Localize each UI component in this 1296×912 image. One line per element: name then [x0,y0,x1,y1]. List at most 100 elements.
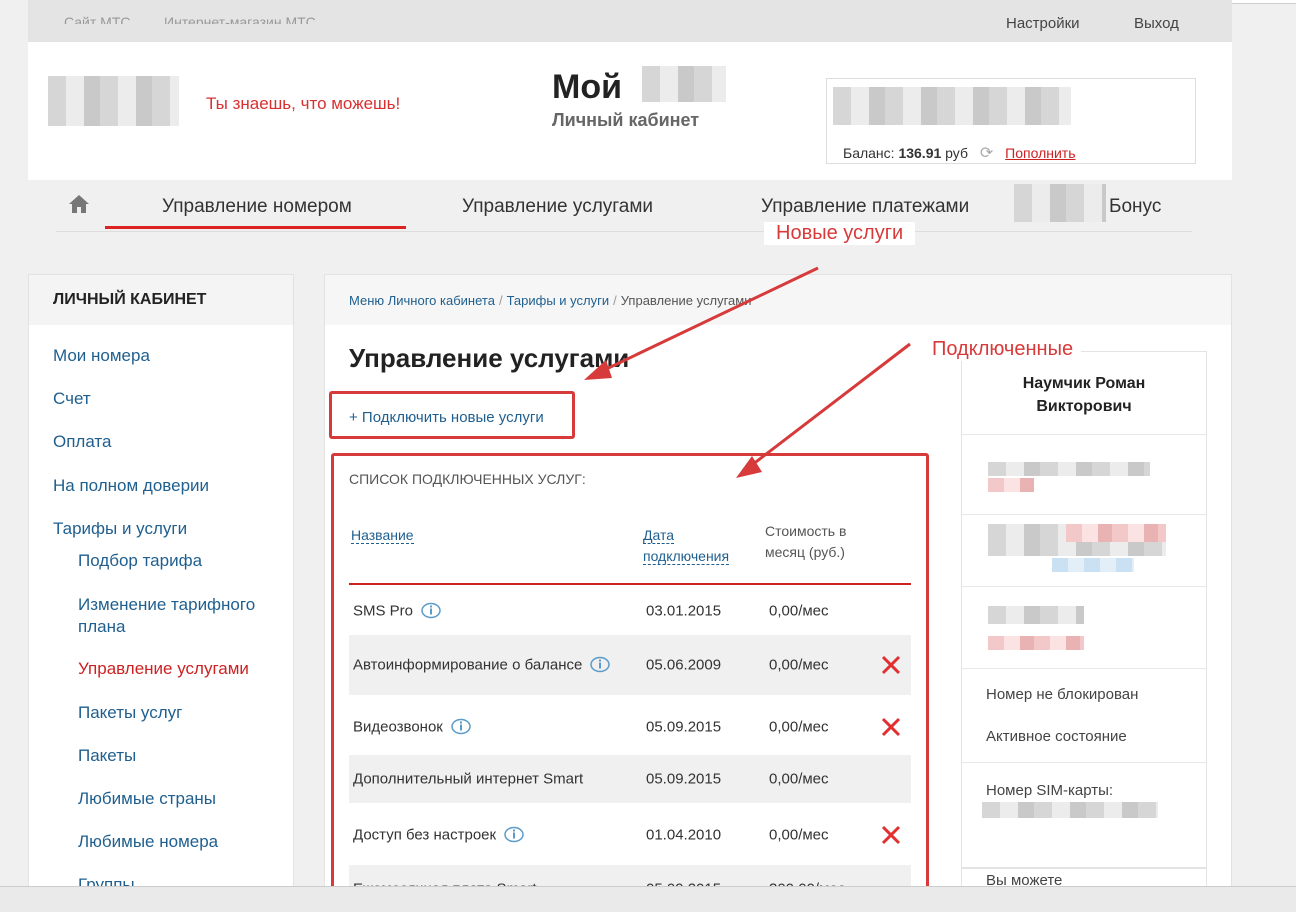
balance-value: 136.91 [898,145,942,161]
add-services-link[interactable]: + Подключить новые услуги [349,409,544,426]
sim-blurred [982,802,1158,818]
nav-blurred [1014,184,1106,222]
table-row: Доступ без настроек 01.04.2010 0,00/мес [349,805,911,865]
blurred-info [988,478,1034,492]
annotation-new-services: Новые услуги [764,222,916,245]
sidebar-item-service-management[interactable]: Управление услугами [78,659,249,679]
row-name: Дополнительный интернет Smart [353,770,584,788]
row-date: 01.04.2010 [646,826,722,844]
balance-currency: руб [945,145,968,161]
sim-label: Номер SIM-карты: [986,782,1114,799]
row-cost: 0,00/мес [769,656,829,674]
column-cost-header: Стоимость в месяц (руб.) [765,523,847,560]
column-name-header[interactable]: Название [351,525,414,546]
info-icon[interactable] [504,826,524,843]
info-icon[interactable] [421,602,441,619]
info-icon[interactable] [590,656,611,673]
sidebar-item-fav-numbers[interactable]: Любимые номера [78,832,218,852]
column-date-header[interactable]: Дата подключения [643,525,730,567]
delete-icon[interactable] [879,653,903,677]
breadcrumb-menu[interactable]: Меню Личного кабинета [349,293,495,308]
divider [962,668,1206,669]
table-row: SMS Pro 03.01.2015 0,00/мес [349,581,911,641]
breadcrumb-tariffs[interactable]: Тарифы и услуги [507,293,610,308]
row-name: SMS Pro [353,603,441,620]
row-name: Видеозвонок [353,719,471,736]
header: Ты знаешь, что можешь! Мой Личный кабине… [28,42,1232,180]
blurred-info [988,606,1084,624]
site-link[interactable]: Сайт МТС [64,14,131,24]
breadcrumb: Меню Личного кабинета / Тарифы и услуги / Уп… [325,275,1231,325]
delete-icon[interactable] [879,823,903,847]
phone-blurred [833,87,1071,125]
settings-link[interactable]: Настройки [1006,15,1080,32]
balance-label: Баланс: [843,145,895,161]
brand-title: Мой [552,68,622,106]
sidebar-item-account[interactable]: Счет [53,389,91,409]
sidebar-item-fav-countries[interactable]: Любимые страны [78,789,216,809]
topup-link[interactable]: Пополнить [1005,145,1075,161]
balance-box: Баланс: 136.91 руб ⟳ Пополнить [826,78,1196,164]
sidebar-item-tariff-change[interactable]: Изменение тарифного плана [78,594,278,638]
slogan: Ты знаешь, что можешь! [206,94,401,113]
row-cost: 0,00/мес [769,826,829,844]
row-cost: 0,00/мес [769,770,829,788]
nav-number[interactable]: Управление номером [162,196,352,218]
row-date: 05.09.2015 [646,718,722,736]
shop-link[interactable]: Интернет-магазин МТС [164,14,316,24]
page-title: Управление услугами [349,343,630,373]
blurred-info [1052,558,1134,572]
row-name: Автоинформирование о балансе [353,656,611,674]
bottom-bar [0,886,1296,912]
sidebar-item-tariff-select[interactable]: Подбор тарифа [78,551,202,571]
sidebar-item-trust[interactable]: На полном доверии [53,476,209,496]
nav-services[interactable]: Управление услугами [462,196,653,218]
logo-blurred[interactable] [48,76,179,126]
sidebar-item-my-numbers[interactable]: Мои номера [53,346,150,366]
home-icon[interactable] [68,194,90,214]
row-cost: 0,00/мес [769,718,829,736]
list-title: СПИСОК ПОДКЛЮЧЕННЫХ УСЛУГ: [349,471,586,487]
sidebar-title: ЛИЧНЫЙ КАБИНЕТ [29,275,293,325]
logout-link[interactable]: Выход [1134,15,1179,32]
nav-payments[interactable]: Управление платежами [761,196,969,218]
main-content: Меню Личного кабинета / Тарифы и услуги / Уп… [324,274,1232,912]
sidebar-item-service-packs[interactable]: Пакеты услуг [78,703,182,723]
brand-blurred [642,66,726,102]
row-date: 05.09.2015 [646,770,722,788]
table-row: Автоинформирование о балансе 05.06.2009 … [349,635,911,695]
refresh-icon[interactable]: ⟳ [980,143,993,163]
nav-active-indicator [105,226,406,229]
row-date: 05.06.2009 [646,656,722,674]
blurred-info [1066,524,1166,542]
nav-bonus[interactable]: Бонус [1109,196,1161,218]
blurred-info [988,462,1150,476]
sidebar: ЛИЧНЫЙ КАБИНЕТ Мои номера Счет Оплата На… [28,274,294,912]
divider [962,762,1206,763]
profile-card: Наумчик Роман Викторович Номер не блокиро… [961,351,1207,869]
blurred-info [988,636,1084,650]
top-bar: Сайт МТС Интернет-магазин МТС Настройки … [28,0,1232,42]
blurred-info [988,542,1166,556]
divider [962,586,1206,587]
row-date: 03.01.2015 [646,602,722,620]
divider [962,514,1206,515]
sidebar-item-tariffs[interactable]: Тарифы и услуги [53,519,187,539]
delete-icon[interactable] [879,715,903,739]
status-active: Активное состояние [986,728,1127,745]
sidebar-item-packs[interactable]: Пакеты [78,746,136,766]
profile-name: Наумчик Роман Викторович [1022,375,1146,415]
row-cost: 0,00/мес [769,602,829,620]
info-icon[interactable] [451,718,471,735]
divider [962,434,1206,435]
row-name: Доступ без настроек [353,827,524,844]
table-row: Дополнительный интернет Smart 05.09.2015… [349,755,911,803]
sidebar-item-payment[interactable]: Оплата [53,432,111,452]
brand-subtitle: Личный кабинет [552,110,700,130]
breadcrumb-current: Управление услугами [620,293,752,308]
main-nav: Управление номером Управление услугами У… [56,180,1192,232]
status-not-blocked: Номер не блокирован [986,686,1139,703]
table-row: Видеозвонок 05.09.2015 0,00/мес [349,697,911,757]
annotation-connected: Подключенные [924,338,1082,361]
balance-row: Баланс: 136.91 руб ⟳ Пополнить [843,143,1076,163]
